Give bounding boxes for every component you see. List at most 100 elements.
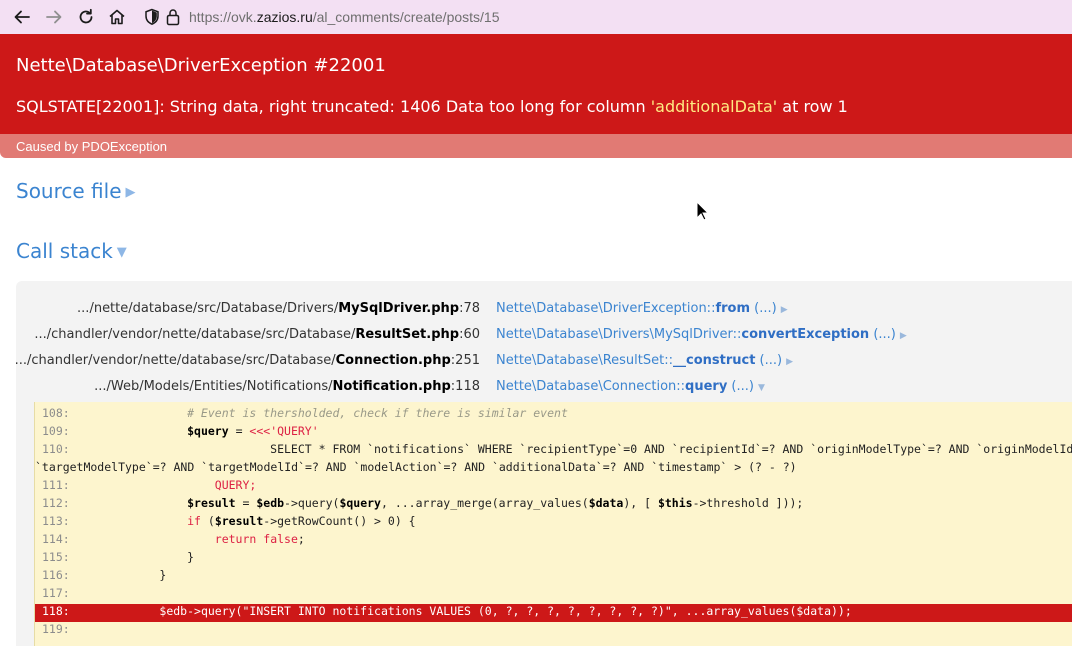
line-number: 113: bbox=[42, 514, 70, 528]
home-button[interactable] bbox=[106, 6, 128, 28]
frame-call-toggle[interactable]: Nette\Database\Drivers\MySqlDriver::conv… bbox=[496, 327, 907, 342]
frame-class: Nette\Database\ResultSet:: bbox=[496, 353, 673, 368]
frame-call-toggle[interactable]: Nette\Database\ResultSet::__construct (.… bbox=[496, 353, 793, 368]
frame-args: (...) bbox=[755, 353, 783, 368]
code-line: 116: } bbox=[35, 568, 1072, 586]
source-file-heading: Source file bbox=[16, 179, 122, 203]
stack-frame: .../Web/Models/Entities/Notifications/No… bbox=[16, 371, 1072, 397]
code-text: $edb->query("INSERT INTO notifications V… bbox=[159, 604, 852, 618]
frame-path: .../nette/database/src/Database/Drivers/ bbox=[77, 301, 339, 316]
frame-args: (...) bbox=[869, 327, 896, 342]
stack-frame: .../chandler/vendor/nette/database/src/D… bbox=[16, 319, 1072, 345]
code-text: # Event is thersholded, check if there i… bbox=[104, 406, 568, 420]
frame-class: Nette\Database\Connection:: bbox=[496, 379, 686, 394]
frame-line: :118 bbox=[450, 379, 480, 394]
frame-path: .../Web/Models/Entities/Notifications/ bbox=[94, 379, 333, 394]
frame-line: :251 bbox=[450, 353, 480, 368]
code-line: 109: $query = <<<'QUERY' bbox=[35, 424, 1072, 442]
arrow-right-icon bbox=[46, 10, 62, 24]
url-domain: zazios.ru bbox=[256, 9, 313, 25]
frame-method: query bbox=[685, 379, 728, 394]
line-number: 116: bbox=[42, 568, 70, 582]
mouse-cursor-icon bbox=[696, 201, 710, 221]
frame-file: ResultSet.php bbox=[355, 327, 460, 342]
stack-frame: .../chandler/vendor/nette/database/src/D… bbox=[15, 345, 1072, 371]
code-text: SELECT * FROM `notifications` WHERE `rec… bbox=[104, 442, 1072, 456]
back-button[interactable] bbox=[11, 6, 33, 28]
code-line: 112: $result = $edb->query($query, ...ar… bbox=[35, 496, 1072, 514]
line-number: 117: bbox=[42, 586, 70, 600]
code-line: 117: bbox=[35, 586, 1072, 604]
tracking-protection-button[interactable] bbox=[141, 6, 163, 28]
code-line: 111: QUERY; bbox=[35, 478, 1072, 496]
code-line: 115: } bbox=[35, 550, 1072, 568]
frame-method: from bbox=[715, 301, 750, 316]
line-number: 119: bbox=[42, 622, 70, 636]
caret-right-icon: ▶ bbox=[786, 357, 794, 367]
frame-call-toggle[interactable]: Nette\Database\DriverException::from (..… bbox=[496, 301, 788, 316]
exception-title: Nette\Database\DriverException #22001 bbox=[16, 55, 386, 76]
code-line: 110: SELECT * FROM `notifications` WHERE… bbox=[35, 442, 1072, 460]
frame-method: __construct bbox=[672, 353, 756, 368]
frame-line: :60 bbox=[459, 327, 480, 342]
lock-icon bbox=[166, 9, 180, 26]
url-path: /al_comments/create/posts/15 bbox=[312, 9, 500, 25]
source-file-toggle[interactable]: Source file ▶ bbox=[16, 179, 136, 203]
frame-file-link[interactable]: .../chandler/vendor/nette/database/src/D… bbox=[34, 327, 480, 342]
line-number: 115: bbox=[42, 550, 70, 564]
error-header: Nette\Database\DriverException #22001 SQ… bbox=[0, 34, 1072, 134]
address-bar[interactable]: https://ovk.zazios.ru/al_comments/create… bbox=[189, 9, 500, 25]
message-text: SQLSTATE[22001]: String data, right trun… bbox=[16, 97, 651, 116]
frame-file-link[interactable]: .../Web/Models/Entities/Notifications/No… bbox=[94, 379, 480, 394]
call-stack-toggle[interactable]: Call stack ▼ bbox=[16, 239, 127, 263]
reload-icon bbox=[79, 8, 93, 24]
line-number: 111: bbox=[42, 478, 70, 492]
highlighted-code-line: 118: $edb->query("INSERT INTO notificati… bbox=[35, 604, 1072, 622]
arrow-left-icon bbox=[14, 10, 30, 24]
caused-by-link[interactable]: Caused by PDOException bbox=[16, 139, 167, 154]
frame-class: Nette\Database\Drivers\MySqlDriver:: bbox=[496, 327, 742, 342]
frame-args: (...) bbox=[727, 379, 754, 394]
code-text: return false; bbox=[214, 532, 305, 546]
frame-file: MySqlDriver.php bbox=[338, 301, 460, 316]
caret-down-icon: ▼ bbox=[757, 383, 765, 393]
line-number: 112: bbox=[42, 496, 70, 510]
call-stack-heading: Call stack bbox=[16, 239, 113, 263]
code-line: 108: # Event is thersholded, check if th… bbox=[35, 406, 1072, 424]
line-number: 114: bbox=[42, 532, 70, 546]
frame-file: Notification.php bbox=[332, 379, 451, 394]
frame-file: Connection.php bbox=[335, 353, 451, 368]
code-text: } bbox=[104, 550, 195, 564]
frame-args: (...) bbox=[750, 301, 777, 316]
code-line: 114: return false; bbox=[35, 532, 1072, 550]
home-icon bbox=[109, 9, 125, 25]
forward-button[interactable] bbox=[43, 6, 65, 28]
frame-file-link[interactable]: .../chandler/vendor/nette/database/src/D… bbox=[15, 353, 480, 368]
reload-button[interactable] bbox=[75, 6, 97, 28]
site-security-button[interactable] bbox=[162, 6, 184, 28]
code-line: 113: if ($result->getRowCount() > 0) { bbox=[35, 514, 1072, 532]
url-prefix: https://ovk. bbox=[189, 9, 257, 25]
exception-message: SQLSTATE[22001]: String data, right trun… bbox=[16, 97, 848, 116]
caret-down-icon: ▼ bbox=[116, 245, 127, 260]
frame-call-toggle[interactable]: Nette\Database\Connection::query (...) ▼ bbox=[496, 379, 765, 394]
frame-method: convertException bbox=[741, 327, 870, 342]
line-number: 118: bbox=[42, 604, 70, 618]
frame-file-link[interactable]: .../nette/database/src/Database/Drivers/… bbox=[77, 301, 480, 316]
stack-frame: .../nette/database/src/Database/Drivers/… bbox=[16, 293, 1072, 319]
code-text: $query = <<<'QUERY' bbox=[187, 424, 319, 438]
code-line: `targetModelType`=? AND `targetModelId`=… bbox=[35, 460, 1072, 478]
caused-by-bar[interactable]: Caused by PDOException bbox=[0, 134, 1072, 158]
frame-path: .../chandler/vendor/nette/database/src/D… bbox=[34, 327, 356, 342]
code-text: `targetModelType`=? AND `targetModelId`=… bbox=[35, 460, 797, 474]
caret-right-icon: ▶ bbox=[899, 331, 907, 341]
frame-line: :78 bbox=[459, 301, 480, 316]
caret-right-icon: ▶ bbox=[125, 185, 136, 200]
line-number: 108: bbox=[42, 406, 70, 420]
caret-right-icon: ▶ bbox=[780, 305, 788, 315]
code-text: if ($result->getRowCount() > 0) { bbox=[187, 514, 416, 528]
frame-path: .../chandler/vendor/nette/database/src/D… bbox=[14, 353, 336, 368]
message-highlight: 'additionalData' bbox=[650, 97, 778, 116]
code-text: QUERY; bbox=[214, 478, 257, 492]
frame-class: Nette\Database\DriverException:: bbox=[496, 301, 716, 316]
